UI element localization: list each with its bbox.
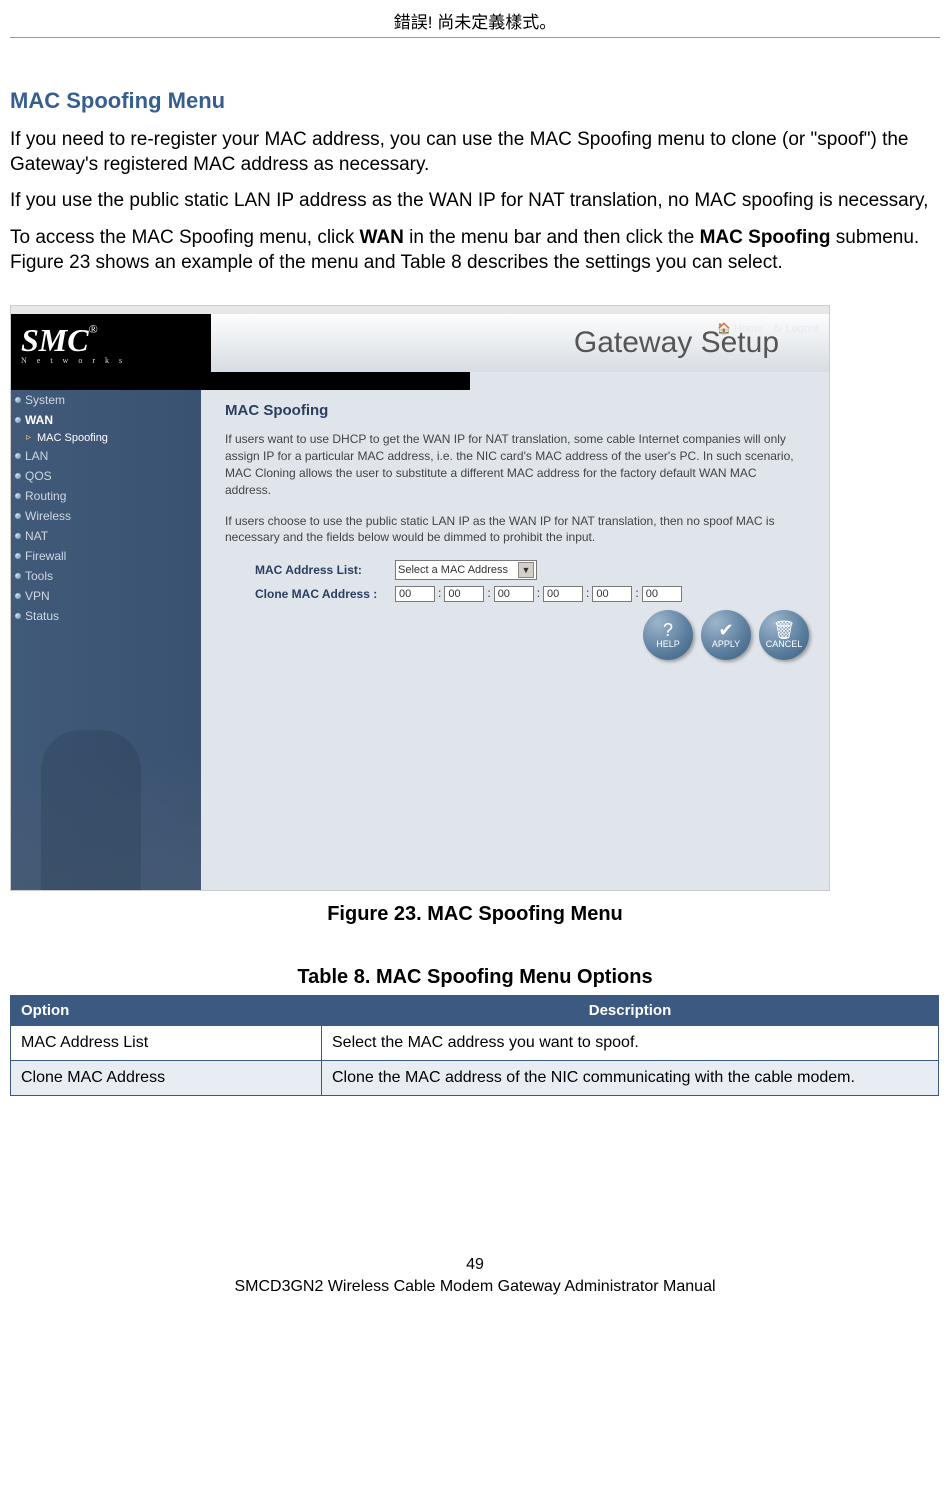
th-option: Option	[11, 996, 322, 1026]
mac-octet-5[interactable]: 00	[592, 586, 632, 602]
help-icon: ?	[663, 621, 673, 639]
logo-reg: ®	[89, 322, 98, 336]
table-caption: Table 8. MAC Spoofing Menu Options	[10, 966, 940, 989]
panel-para-1: If users want to use DHCP to get the WAN…	[225, 431, 805, 498]
logo-text: SMC	[21, 322, 89, 358]
main-panel: MAC Spoofing If users want to use DHCP t…	[201, 390, 829, 890]
sidebar-item-qos[interactable]: QOS	[11, 466, 201, 486]
sidebar-decor	[11, 690, 201, 890]
options-table: Option Description MAC Address List Sele…	[10, 995, 939, 1096]
logout-link[interactable]: ↻ Logout	[773, 322, 819, 335]
sidebar-item-firewall[interactable]: Firewall	[11, 546, 201, 566]
sidebar-item-lan[interactable]: LAN	[11, 446, 201, 466]
p3-macspoof-bold: MAC Spoofing	[700, 227, 831, 248]
paragraph-1: If you need to re-register your MAC addr…	[10, 128, 940, 177]
p3-a: To access the MAC Spoofing menu, click	[10, 227, 360, 248]
apply-icon: ✔	[718, 621, 733, 639]
sidebar-item-wan[interactable]: WAN	[11, 410, 201, 430]
mac-octet-4[interactable]: 00	[543, 586, 583, 602]
sidebar-item-wireless[interactable]: Wireless	[11, 506, 201, 526]
embedded-screenshot: SMC® N e t w o r k s Gateway Setup 🏠 Hom…	[10, 305, 830, 891]
paragraph-2: If you use the public static LAN IP addr…	[10, 189, 940, 214]
sidebar-item-tools[interactable]: Tools	[11, 566, 201, 586]
p3-wan-bold: WAN	[360, 227, 404, 248]
th-description: Description	[322, 996, 939, 1026]
mac-octet-6[interactable]: 00	[642, 586, 682, 602]
help-button[interactable]: ? HELP	[643, 610, 693, 660]
table-row: MAC Address List Select the MAC address …	[11, 1026, 939, 1061]
mac-octet-1[interactable]: 00	[395, 586, 435, 602]
manual-title: SMCD3GN2 Wireless Cable Modem Gateway Ad…	[10, 1278, 940, 1296]
select-value: Select a MAC Address	[398, 564, 508, 576]
cancel-icon: 🗑	[773, 621, 796, 639]
mac-octet-3[interactable]: 00	[494, 586, 534, 602]
paragraph-3: To access the MAC Spoofing menu, click W…	[10, 226, 940, 275]
sidebar-item-nat[interactable]: NAT	[11, 526, 201, 546]
p3-c: in the menu bar and then click the	[404, 227, 700, 248]
opt-cell: MAC Address List	[11, 1026, 322, 1061]
table-row: Clone MAC Address Clone the MAC address …	[11, 1061, 939, 1096]
smc-logo: SMC® N e t w o r k s	[11, 314, 211, 372]
apply-button[interactable]: ✔ APPLY	[701, 610, 751, 660]
header-error-text: 錯誤! 尚未定義樣式。	[10, 0, 940, 38]
desc-cell: Clone the MAC address of the NIC communi…	[322, 1061, 939, 1096]
help-label: HELP	[656, 639, 680, 649]
chevron-down-icon[interactable]: ▼	[518, 562, 534, 578]
sidebar: System WAN MAC Spoofing LAN QOS Routing …	[11, 390, 201, 890]
sidebar-item-system[interactable]: System	[11, 390, 201, 410]
mac-octet-2[interactable]: 00	[444, 586, 484, 602]
desc-cell: Select the MAC address you want to spoof…	[322, 1026, 939, 1061]
page-number: 49	[10, 1256, 940, 1274]
cancel-button[interactable]: 🗑 CANCEL	[759, 610, 809, 660]
panel-title: MAC Spoofing	[225, 402, 805, 419]
sidebar-sub-macspoofing[interactable]: MAC Spoofing	[11, 430, 201, 446]
figure-caption: Figure 23. MAC Spoofing Menu	[10, 903, 940, 926]
home-link[interactable]: 🏠 Home	[717, 322, 763, 335]
sidebar-item-routing[interactable]: Routing	[11, 486, 201, 506]
label-mac-list: MAC Address List:	[255, 563, 395, 577]
section-title: MAC Spoofing Menu	[10, 88, 940, 114]
cancel-label: CANCEL	[766, 639, 803, 649]
label-clone-mac: Clone MAC Address :	[255, 587, 395, 601]
mac-address-select[interactable]: Select a MAC Address ▼	[395, 560, 537, 580]
sidebar-item-status[interactable]: Status	[11, 606, 201, 626]
sidebar-item-vpn[interactable]: VPN	[11, 586, 201, 606]
panel-para-2: If users choose to use the public static…	[225, 513, 805, 547]
logo-subtext: N e t w o r k s	[21, 356, 126, 365]
page-footer: 49 SMCD3GN2 Wireless Cable Modem Gateway…	[10, 1256, 940, 1316]
clone-mac-inputs: 00: 00: 00: 00: 00: 00	[395, 586, 682, 602]
apply-label: APPLY	[712, 639, 740, 649]
opt-cell: Clone MAC Address	[11, 1061, 322, 1096]
